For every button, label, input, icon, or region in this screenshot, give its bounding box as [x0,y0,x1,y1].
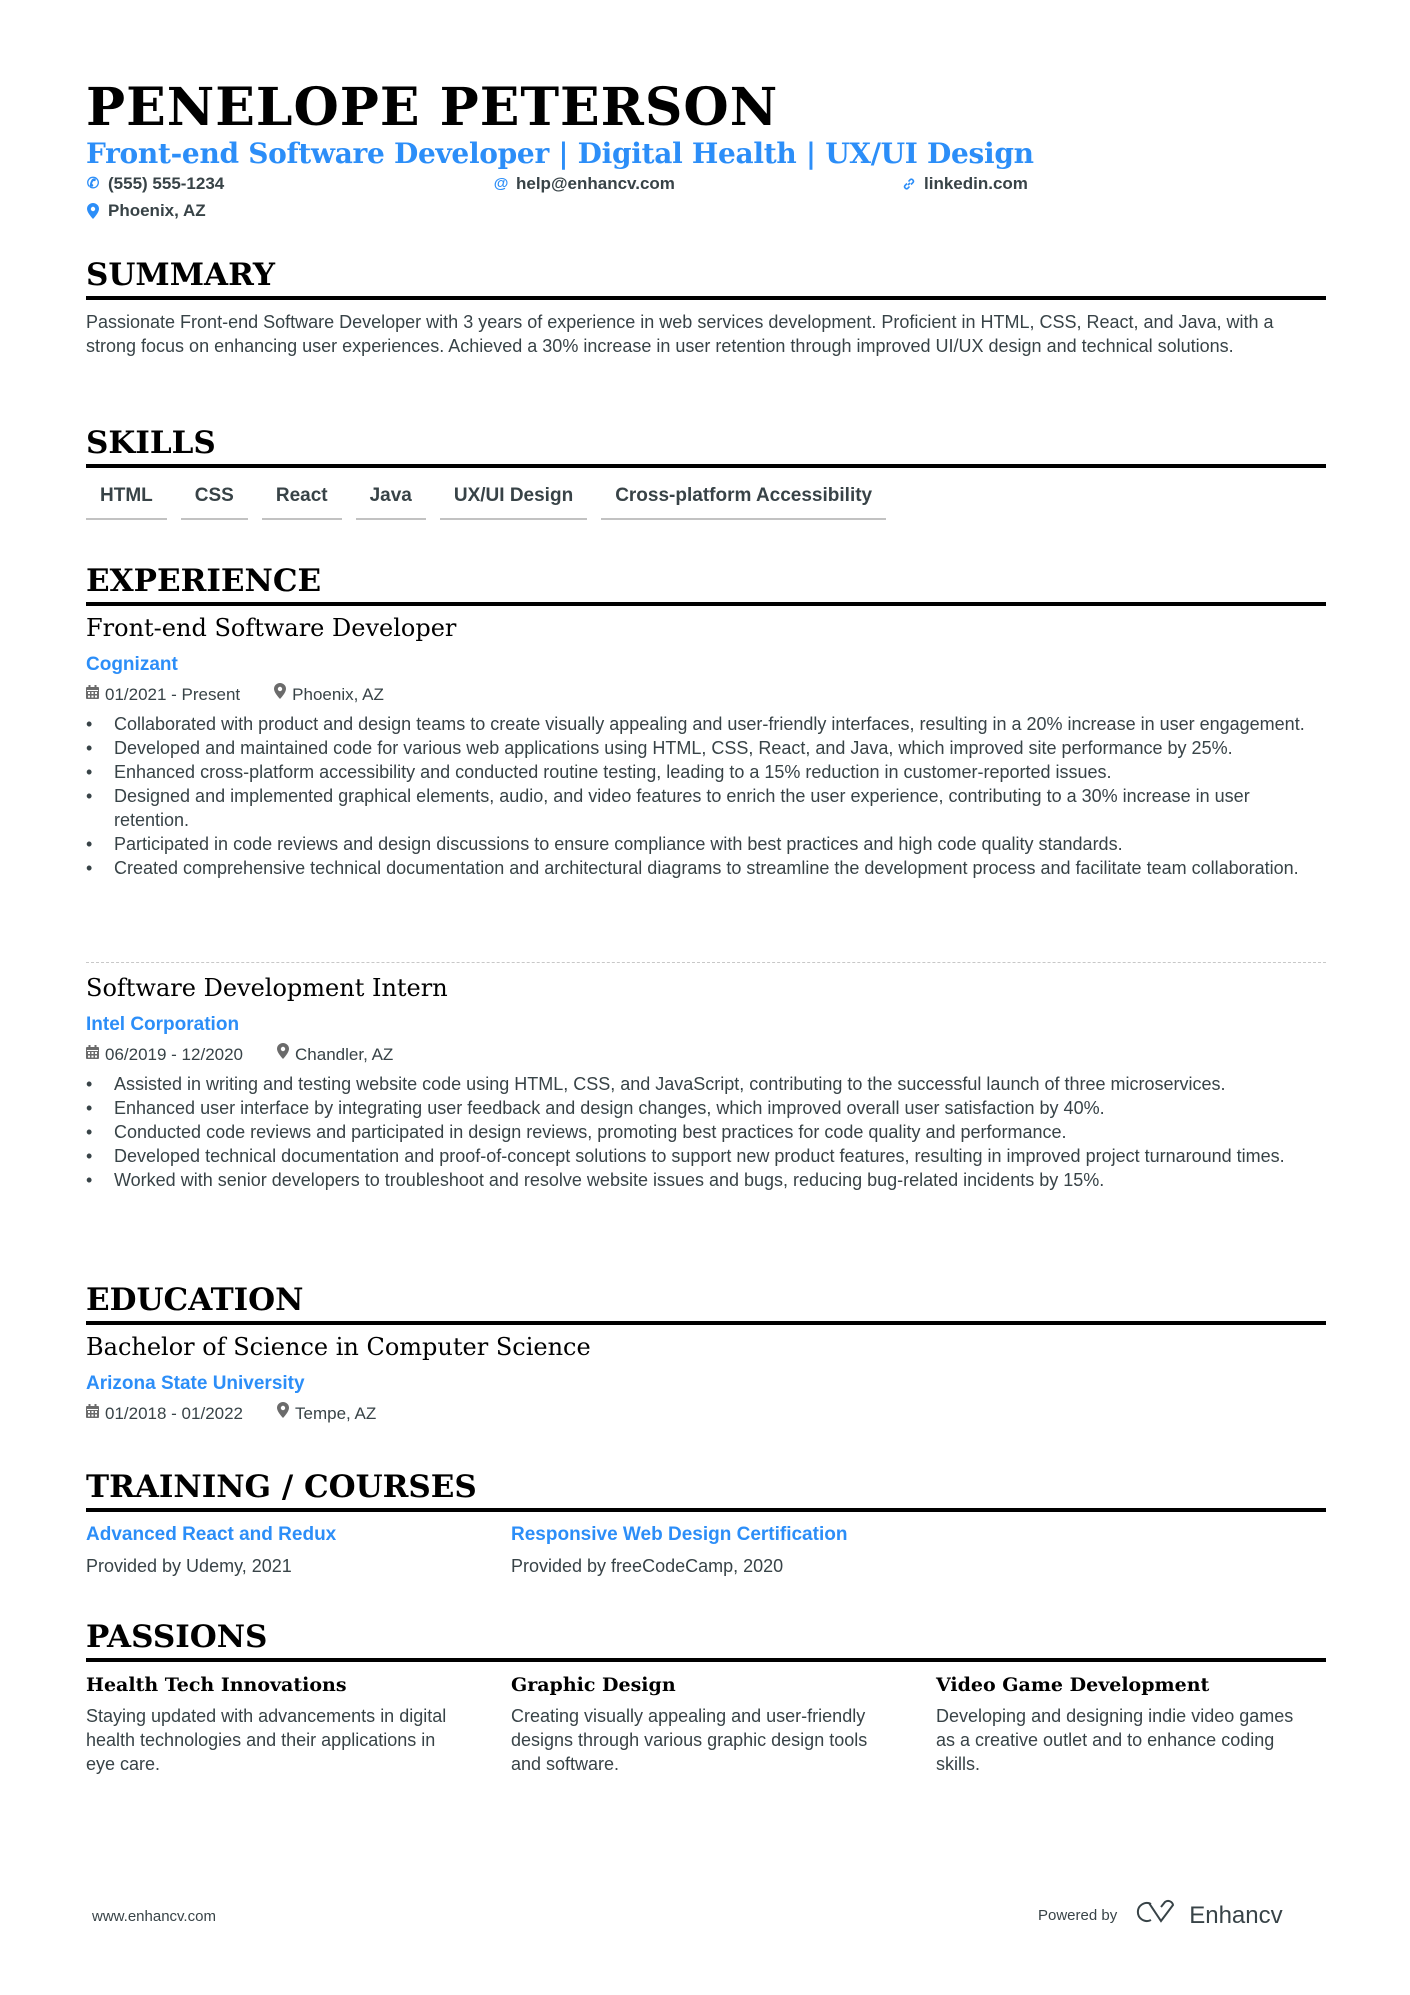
school-name: Arizona State University [86,1373,305,1394]
summary-heading: SUMMARY [86,256,1326,300]
job-title: Software Development Intern [86,974,448,1002]
phone-value: (555) 555-1234 [108,174,225,193]
degree-title: Bachelor of Science in Computer Science [86,1333,591,1361]
location-value: Phoenix, AZ [108,201,206,220]
email-value[interactable]: help@enhancv.com [516,172,675,196]
bullet-item: Worked with senior developers to trouble… [86,1168,1326,1192]
enhancv-logo-text: Enhancv [1189,1901,1283,1929]
footer-website[interactable]: www.enhancv.com [92,1908,216,1925]
passion-title: Health Tech Innovations [86,1674,347,1696]
link-icon [902,177,916,191]
job-bullets: Collaborated with product and design tea… [86,712,1326,880]
job-meta: 01/2021 - Present Phoenix, AZ [86,683,384,706]
training-heading: TRAINING / COURSES [86,1468,1326,1512]
at-icon: @ [493,175,509,192]
enhancv-logo[interactable]: Enhancv [1135,1899,1283,1932]
skill-tag: HTML [86,484,167,520]
bullet-item: Participated in code reviews and design … [86,832,1326,856]
linkedin-value[interactable]: linkedin.com [924,172,1028,196]
job-bullets: Assisted in writing and testing website … [86,1072,1326,1192]
contact-phone: ✆ (555) 555-1234 [86,172,225,196]
course-title: Responsive Web Design Certification [511,1524,848,1545]
course-title: Advanced React and Redux [86,1524,337,1545]
passion-desc: Staying updated with advancements in dig… [86,1706,447,1774]
job-dates: 06/2019 - 12/2020 [105,1044,244,1064]
candidate-name: PENELOPE PETERSON [86,77,779,138]
bullet-item: Collaborated with product and design tea… [86,712,1326,736]
job-meta: 06/2019 - 12/2020 Chandler, AZ [86,1043,393,1066]
contact-email[interactable]: @ help@enhancv.com [494,172,675,196]
passion-desc: Creating visually appealing and user-fri… [511,1706,868,1774]
powered-by-label: Powered by [1038,1907,1118,1924]
bullet-item: Enhanced cross-platform accessibility an… [86,760,1326,784]
location-pin-icon [277,1402,290,1425]
education-meta: 01/2018 - 01/2022 Tempe, AZ [86,1402,376,1425]
skill-tag: CSS [180,484,248,520]
bullet-item: Developed and maintained code for variou… [86,736,1326,760]
experience-heading: EXPERIENCE [86,562,1326,606]
course-provider: Provided by Udemy, 2021 [86,1556,292,1576]
job-dates: 01/2021 - Present [105,684,241,704]
bullet-item: Designed and implemented graphical eleme… [86,784,1326,832]
skill-tag: Cross-platform Accessibility [601,484,887,520]
location-pin-icon [274,683,287,706]
entry-divider [86,962,1326,963]
location-pin-icon [277,1043,290,1066]
calendar-icon [86,684,99,706]
job-location: Chandler, AZ [295,1044,394,1064]
location-pin-icon [86,203,100,219]
education-heading: EDUCATION [86,1281,1326,1325]
skill-tag: React [261,484,342,520]
summary-text: Passionate Front-end Software Developer … [86,312,1274,356]
bullet-item: Enhanced user interface by integrating u… [86,1096,1326,1120]
phone-icon: ✆ [86,175,100,192]
education-location: Tempe, AZ [295,1403,377,1423]
passions-heading: PASSIONS [86,1618,1326,1662]
company-name: Cognizant [86,654,178,675]
bullet-item: Assisted in writing and testing website … [86,1072,1326,1096]
bullet-item: Developed technical documentation and pr… [86,1144,1326,1168]
course-provider: Provided by freeCodeCamp, 2020 [511,1556,784,1576]
skill-tag: Java [355,484,426,520]
enhancv-logo-icon [1135,1899,1179,1932]
job-title: Front-end Software Developer [86,614,457,642]
education-dates: 01/2018 - 01/2022 [105,1403,244,1423]
candidate-headline: Front-end Software Developer | Digital H… [86,137,1034,170]
skills-heading: SKILLS [86,424,1326,468]
skills-list: HTML CSS React Java UX/UI Design Cross-p… [86,484,887,520]
passion-title: Video Game Development [936,1674,1210,1696]
job-location: Phoenix, AZ [292,684,384,704]
passion-desc: Developing and designing indie video gam… [936,1706,1294,1774]
contact-location: Phoenix, AZ [86,199,206,223]
calendar-icon [86,1044,99,1066]
passion-title: Graphic Design [511,1674,676,1696]
calendar-icon [86,1403,99,1425]
bullet-item: Conducted code reviews and participated … [86,1120,1326,1144]
contact-linkedin[interactable]: linkedin.com [902,172,1028,196]
bullet-item: Created comprehensive technical document… [86,856,1326,880]
footer-branding: Powered by Enhancv [1038,1899,1283,1932]
skill-tag: UX/UI Design [439,484,588,520]
company-name: Intel Corporation [86,1014,240,1035]
